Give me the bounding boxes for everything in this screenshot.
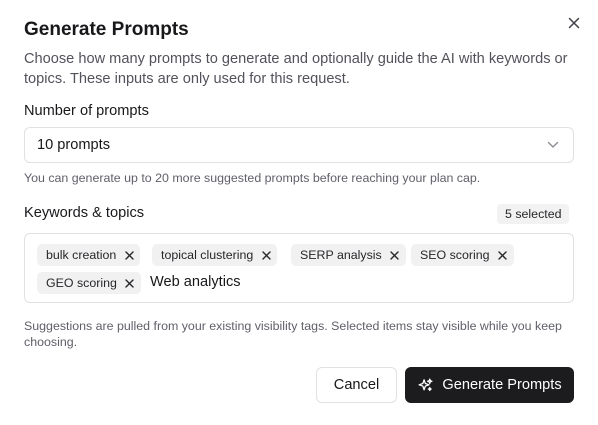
tag-chip-label: topical clustering (161, 248, 254, 262)
close-button[interactable] (564, 13, 584, 33)
remove-tag-icon[interactable] (497, 249, 509, 261)
select-value: 10 prompts (37, 137, 111, 153)
plan-cap-hint: You can generate up to 20 more suggested… (24, 171, 481, 185)
tag-chip: bulk creation (37, 244, 141, 266)
tag-chip: SERP analysis (291, 244, 406, 266)
generate-prompts-button[interactable]: Generate Prompts (405, 367, 574, 403)
tag-chip-label: bulk creation (46, 248, 117, 262)
dialog-description: Choose how many prompts to generate and … (24, 51, 568, 87)
remove-tag-icon[interactable] (123, 249, 135, 261)
keywords-tag-input[interactable]: bulk creation topical clustering SERP an… (24, 233, 574, 303)
tag-chip-label: GEO scoring (46, 276, 117, 290)
tag-chip-label: SEO scoring (420, 248, 490, 262)
close-icon (568, 17, 580, 29)
remove-tag-icon[interactable] (389, 249, 401, 261)
number-of-prompts-label: Number of prompts (24, 103, 149, 119)
tag-chip-label: SERP analysis (300, 248, 382, 262)
generate-prompts-label: Generate Prompts (442, 377, 562, 393)
cancel-button[interactable]: Cancel (316, 367, 397, 403)
tag-chip: topical clustering (152, 244, 278, 266)
tag-chip: GEO scoring (37, 272, 141, 294)
number-of-prompts-select[interactable]: 10 prompts (24, 127, 574, 163)
sparkles-icon (417, 377, 434, 394)
suggestions-footnote: Suggestions are pulled from your existin… (24, 319, 562, 349)
dialog-title: Generate Prompts (24, 19, 189, 40)
tag-chip: SEO scoring (411, 244, 514, 266)
generate-prompts-dialog: Generate Prompts Choose how many prompts… (0, 0, 598, 425)
selected-count-badge: 5 selected (497, 204, 570, 224)
remove-tag-icon[interactable] (124, 277, 136, 289)
chevron-down-icon (545, 137, 561, 153)
keyword-text-input[interactable] (150, 272, 350, 292)
remove-tag-icon[interactable] (260, 249, 272, 261)
keywords-topics-label: Keywords & topics (24, 205, 145, 221)
